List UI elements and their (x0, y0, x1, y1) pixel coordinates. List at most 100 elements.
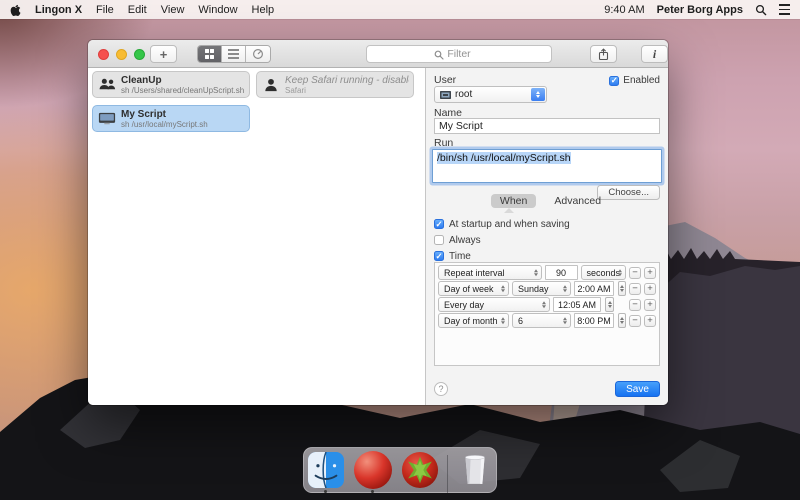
add-rule-button[interactable]: + (644, 299, 656, 311)
job-subtitle: sh /usr/local/myScript.sh (121, 120, 208, 129)
dock-item-lingonberry[interactable] (400, 451, 440, 493)
menu-items: File Edit View Window Help (96, 4, 274, 16)
name-input[interactable] (434, 118, 660, 134)
dock-item-finder[interactable] (306, 451, 346, 493)
menu-item-app[interactable]: Lingon X (35, 4, 82, 16)
info-icon: i (653, 47, 656, 62)
option-label: At startup and when saving (449, 219, 570, 230)
add-rule-button[interactable]: + (644, 315, 656, 327)
dock-separator (447, 455, 448, 493)
job-subtitle: Safari (285, 86, 409, 95)
menu-clock[interactable]: 9:40 AM (604, 4, 644, 16)
job-text: Keep Safari running - disabledSafari (285, 75, 409, 95)
time-field[interactable]: 12:05 AM (553, 297, 601, 312)
run-textarea[interactable]: /bin/sh /usr/local/myScript.sh (432, 149, 662, 183)
menu-user[interactable]: Peter Borg Apps (657, 4, 743, 16)
trash-icon (462, 451, 488, 489)
log-view-button[interactable] (246, 46, 270, 62)
popup-sunday[interactable]: Sunday (512, 281, 571, 296)
popup-every-day[interactable]: Every day (438, 297, 550, 312)
lingonberry-icon (401, 451, 439, 489)
enabled-checkbox[interactable]: ✓ Enabled (609, 75, 660, 86)
job-card-my-script[interactable]: My Scriptsh /usr/local/myScript.sh (92, 105, 250, 132)
list-view-button[interactable] (222, 46, 246, 62)
dock-item-trash[interactable] (455, 451, 495, 493)
job-title: My Script (121, 109, 208, 120)
spotlight-icon[interactable] (755, 4, 767, 16)
finder-icon (308, 451, 344, 489)
menu-item-view[interactable]: View (161, 4, 185, 16)
help-button[interactable]: ? (434, 382, 448, 396)
popup-day-of-week[interactable]: Day of week (438, 281, 509, 296)
stepper-icon[interactable] (618, 281, 626, 296)
grid-view-icon (205, 49, 215, 59)
job-card-cleanup[interactable]: CleanUpsh /Users/shared/cleanUpScript.sh (92, 71, 250, 98)
dock (303, 447, 497, 493)
when-options: ✓At startup and when saving Always ✓Time (434, 218, 570, 266)
job-title: CleanUp (121, 75, 244, 86)
popup-day-of-month[interactable]: Day of month (438, 313, 509, 328)
option-time[interactable]: ✓Time (434, 250, 570, 262)
detail-pane: User ✓ Enabled root Name Run /bin/sh /us… (425, 68, 668, 405)
menu-item-file[interactable]: File (96, 4, 114, 16)
tab-when[interactable]: When (491, 194, 536, 208)
tab-advanced[interactable]: Advanced (552, 194, 603, 208)
option-always[interactable]: Always (434, 234, 570, 246)
time-rule-row: Repeat interval90 seconds−+ (438, 265, 656, 280)
info-button[interactable]: i (641, 45, 668, 63)
popup-6[interactable]: 6 (512, 313, 571, 328)
time-field[interactable]: 2:00 AM (574, 281, 613, 296)
notification-center-icon[interactable] (779, 4, 790, 14)
list-view-icon (228, 49, 239, 58)
popup-arrows-icon (534, 269, 538, 277)
job-card-keep-safari-running-disabled[interactable]: Keep Safari running - disabledSafari (256, 71, 414, 98)
menu-bar: Lingon X FileEditViewWindowHelp 9:40 AM … (0, 0, 800, 19)
popup-value: Sunday (518, 284, 549, 294)
user-icon (261, 78, 281, 92)
popup-seconds[interactable]: seconds (581, 265, 627, 280)
remove-rule-button[interactable]: − (629, 299, 641, 311)
run-selected-text: /bin/sh /usr/local/myScript.sh (437, 152, 571, 164)
filter-input[interactable] (367, 46, 551, 62)
detail-tabs: When Advanced (426, 194, 668, 208)
menu-item-window[interactable]: Window (198, 4, 237, 16)
zoom-button[interactable] (134, 49, 145, 60)
minimize-button[interactable] (116, 49, 127, 60)
remove-rule-button[interactable]: − (629, 315, 641, 327)
popup-arrows-icon (563, 285, 567, 293)
popup-arrows-icon (501, 285, 505, 293)
popup-value: Day of month (444, 316, 498, 326)
apple-icon[interactable] (10, 3, 21, 16)
time-field[interactable]: 8:00 PM (574, 313, 613, 328)
popup-arrows-icon (563, 317, 567, 325)
stepper-icon[interactable] (618, 313, 626, 328)
share-icon (598, 48, 609, 61)
share-button[interactable] (590, 45, 617, 63)
window-toolbar: + i (88, 40, 668, 68)
window-content: CleanUpsh /Users/shared/cleanUpScript.sh… (88, 68, 668, 405)
dock-item-lingon-ball[interactable] (353, 451, 393, 493)
add-rule-button[interactable]: + (644, 283, 656, 295)
option-at-startup-and-when-saving[interactable]: ✓At startup and when saving (434, 218, 570, 230)
log-view-icon (252, 48, 264, 60)
menu-item-help[interactable]: Help (252, 4, 275, 16)
add-rule-button[interactable]: + (644, 267, 656, 279)
remove-rule-button[interactable]: − (629, 267, 641, 279)
popup-value: seconds (587, 268, 621, 278)
popup-repeat-interval[interactable]: Repeat interval (438, 265, 542, 280)
filter-field[interactable] (366, 45, 552, 63)
user-popup[interactable]: root (434, 86, 547, 103)
run-label: Run (434, 137, 453, 149)
close-button[interactable] (98, 49, 109, 60)
add-job-button[interactable]: + (150, 45, 177, 63)
dock-items (304, 448, 496, 492)
value-field[interactable]: 90 (545, 265, 578, 280)
menu-item-edit[interactable]: Edit (128, 4, 147, 16)
save-button[interactable]: Save (615, 381, 660, 397)
computer-icon (440, 91, 451, 99)
stepper-icon[interactable] (605, 297, 614, 312)
remove-rule-button[interactable]: − (629, 283, 641, 295)
lingon-window: + i CleanUpsh /Users/ (88, 40, 668, 405)
time-rule-row: Every day12:05 AM −+ (438, 297, 656, 312)
grid-view-button[interactable] (198, 46, 222, 62)
